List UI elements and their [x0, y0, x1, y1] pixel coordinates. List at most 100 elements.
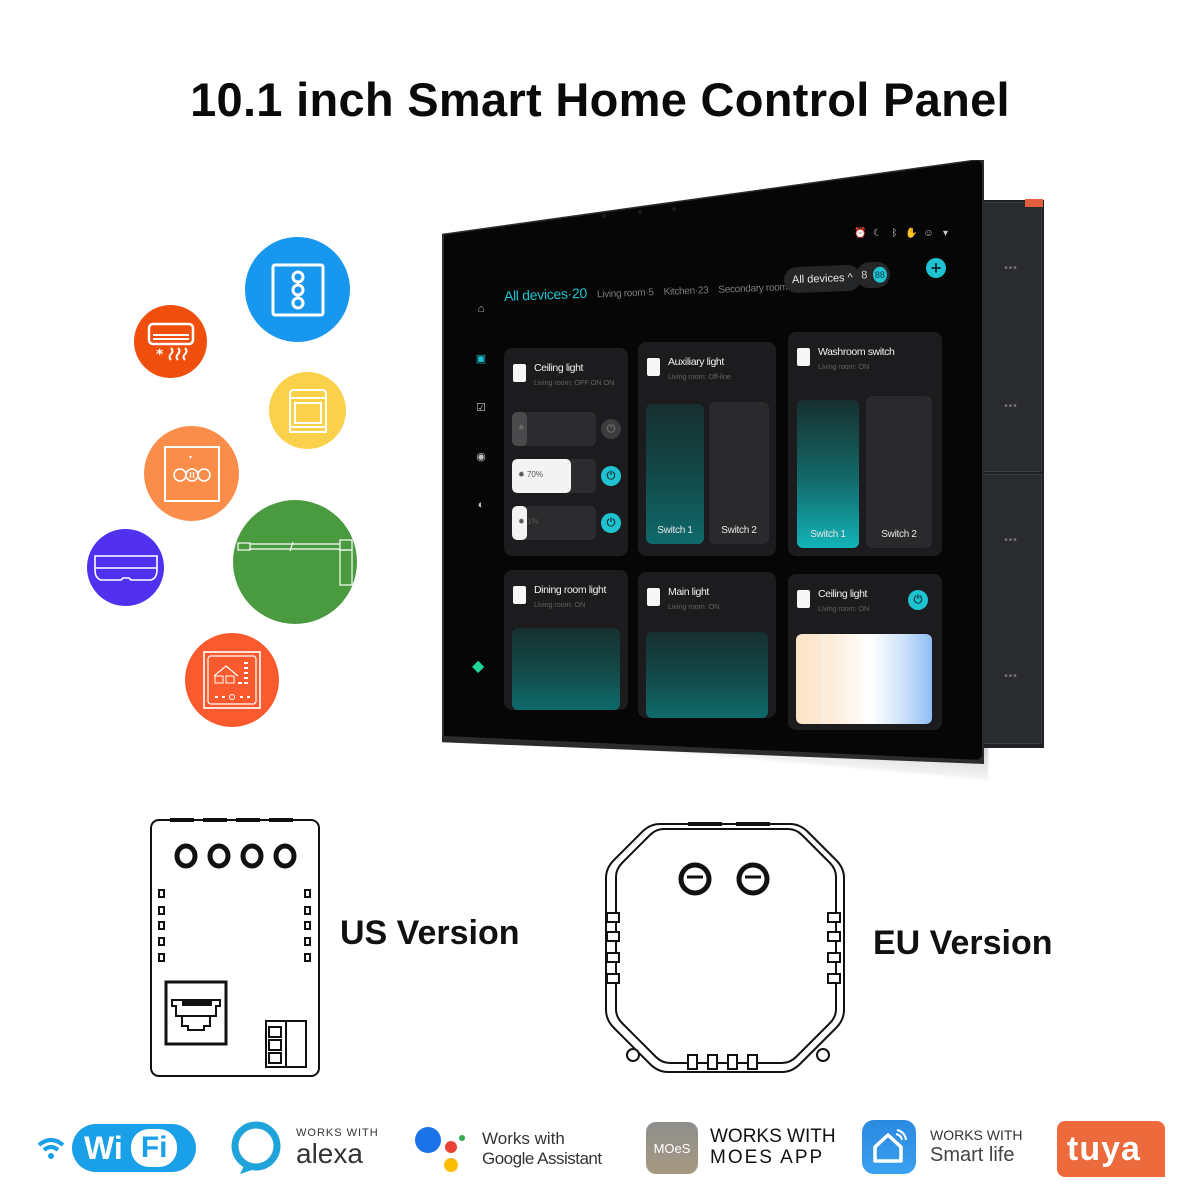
thermostat-bubble — [185, 633, 279, 727]
screen-bezel: ⏰ ☾ ᛒ ✋ ☺ ▾ All devices·20 Living room·5… — [444, 160, 982, 760]
us-module-drawing — [150, 818, 320, 1077]
side-button-dots: ••• — [1004, 401, 1018, 412]
device-card-ceiling-light-ct[interactable]: Ceiling light Living room: ON ⏻ — [788, 574, 942, 730]
control-panel-device: ••• ••• ••• ••• ⏰ ☾ ᛒ ✋ ☺ ▾ All devices·… — [440, 160, 1050, 790]
side-button-upper[interactable]: ••• ••• — [980, 202, 1042, 472]
home-icon[interactable]: ⌂ — [474, 302, 488, 316]
air-conditioner-bubble: * — [134, 305, 207, 378]
wifi-logo: Wi Fi — [36, 1124, 196, 1172]
smart-hub-bubble — [87, 529, 164, 606]
grid-view-button[interactable]: 88 — [872, 266, 888, 284]
google-assistant-icon — [415, 1127, 465, 1172]
add-device-button[interactable]: + — [926, 258, 946, 278]
brightness-tile[interactable] — [512, 628, 620, 710]
dimmer-slider[interactable]: ✹ — [512, 412, 596, 446]
tab-living-room[interactable]: Living room·5 — [597, 287, 654, 300]
dimmer-label: ✹ 70% — [518, 470, 543, 479]
color-temperature-slider[interactable] — [796, 634, 932, 724]
tuya-badge: tuya — [1057, 1121, 1165, 1177]
dimmer-slider[interactable]: ✹ 1% — [512, 506, 596, 540]
device-title: Main light — [668, 586, 709, 598]
moes-works-with: WORKS WITH — [710, 1126, 836, 1148]
smart-life-logo: WORKS WITH Smart life — [862, 1120, 1023, 1174]
tuya-logo: tuya — [1057, 1121, 1165, 1177]
power-button[interactable]: ⏻ — [908, 590, 928, 610]
power-button[interactable]: ⏻ — [601, 513, 621, 533]
device-status: Living room: ON — [534, 600, 586, 609]
device-status: Living room: ON — [668, 602, 720, 611]
side-indicator — [1025, 199, 1043, 207]
scene-icon[interactable]: ☑ — [474, 400, 488, 414]
switch-1-tile[interactable]: Switch 1 — [646, 404, 704, 544]
devices-icon[interactable]: ▣ — [474, 351, 488, 365]
smart-life-works-with: WORKS WITH — [930, 1126, 1023, 1143]
device-filter-dropdown[interactable]: All devices ^ — [783, 264, 862, 294]
google-assistant-wordmark: Google Assistant — [482, 1149, 602, 1168]
device-checkbox[interactable] — [797, 590, 810, 608]
switch-2-tile[interactable]: Switch 2 — [709, 402, 769, 544]
power-button[interactable]: ⏻ — [601, 466, 621, 486]
hand-icon: ✋ — [905, 228, 918, 239]
dimmer-slider[interactable]: ✹ 70% — [512, 459, 596, 493]
smart-hub-icon — [93, 554, 158, 581]
page-title: 10.1 inch Smart Home Control Panel — [190, 73, 1010, 126]
device-card-ceiling-light[interactable]: Ceiling light Living room: OFF ON ON ✹ ⏻… — [504, 348, 628, 556]
oven-bubble — [269, 372, 346, 449]
curtain-switch-bubble: ▾ — [144, 426, 239, 521]
room-tabs: All devices·20 Living room·5 Kitchen·23 … — [504, 276, 828, 304]
device-status: Living room: ON — [818, 604, 870, 613]
device-title: Auxiliary light — [668, 356, 724, 368]
bluetooth-icon: ᛒ — [891, 228, 898, 239]
power-button[interactable]: ⏻ — [601, 419, 621, 439]
moes-text: WORKS WITH MOES APP — [710, 1126, 836, 1169]
moes-app-wordmark: MOES APP — [710, 1147, 825, 1168]
svg-text:*: * — [156, 347, 164, 362]
wifi-right-text: Fi — [130, 1129, 178, 1167]
switch-label: Switch 2 — [721, 525, 757, 536]
tab-all-devices[interactable]: All devices·20 — [504, 285, 588, 304]
side-button-dots: ••• — [1004, 263, 1018, 274]
alexa-ring-icon — [231, 1121, 281, 1174]
camera-dot — [672, 207, 676, 211]
device-checkbox[interactable] — [513, 364, 526, 382]
tab-kitchen[interactable]: Kitchen·23 — [663, 285, 708, 298]
switch-2-tile[interactable]: Switch 2 — [866, 396, 932, 548]
tuya-wordmark: tuya — [1067, 1129, 1141, 1168]
eu-module-drawing — [605, 822, 845, 1073]
device-checkbox[interactable] — [513, 586, 526, 604]
device-checkbox[interactable] — [797, 348, 810, 366]
wifi-badge: Wi Fi — [72, 1124, 196, 1172]
air-conditioner-icon: * — [147, 322, 194, 362]
camera-icon[interactable]: ◉ — [474, 449, 488, 463]
side-button-lower[interactable]: ••• ••• — [980, 474, 1042, 744]
alexa-wordmark: alexa — [296, 1137, 363, 1169]
security-icon[interactable]: ◐ — [474, 498, 488, 512]
alarm-icon: ⏰ — [854, 228, 867, 239]
brightness-tile[interactable] — [646, 632, 768, 718]
device-checkbox[interactable] — [647, 358, 660, 376]
status-bar: ⏰ ☾ ᛒ ✋ ☺ ▾ — [854, 228, 950, 239]
device-title: Dining room light — [534, 584, 606, 596]
device-title: Ceiling light — [818, 588, 868, 600]
home-wifi-icon — [873, 1129, 907, 1163]
camera-dot — [602, 214, 606, 218]
alexa-text: WORKS WITH alexa — [296, 1127, 379, 1170]
side-button-dots: ••• — [1004, 671, 1018, 682]
switch-3gang-icon — [271, 263, 324, 316]
view-toggle[interactable]: 8 88 — [855, 261, 891, 289]
us-version-label: US Version — [340, 914, 520, 952]
device-card-dining-room-light[interactable]: Dining room light Living room: ON — [504, 570, 628, 710]
alexa-logo: WORKS WITH alexa — [230, 1120, 379, 1176]
thermostat-icon — [203, 651, 261, 709]
color-temp-handle[interactable] — [822, 634, 824, 724]
list-view-button[interactable]: 8 — [859, 269, 870, 281]
device-card-main-light[interactable]: Main light Living room: ON — [638, 572, 776, 718]
smart-life-wordmark: Smart life — [930, 1144, 1015, 1167]
switch-label: Switch 1 — [810, 529, 846, 540]
device-title: Ceiling light — [534, 362, 584, 374]
device-checkbox[interactable] — [647, 588, 660, 606]
device-card-washroom-switch[interactable]: Washroom switch Living room: ON Switch 1… — [788, 332, 942, 556]
switch-1-tile[interactable]: Switch 1 — [797, 400, 859, 548]
app-logo-icon: ◆ — [472, 658, 485, 675]
device-card-auxiliary-light[interactable]: Auxiliary light Living room: Off-line Sw… — [638, 342, 776, 556]
